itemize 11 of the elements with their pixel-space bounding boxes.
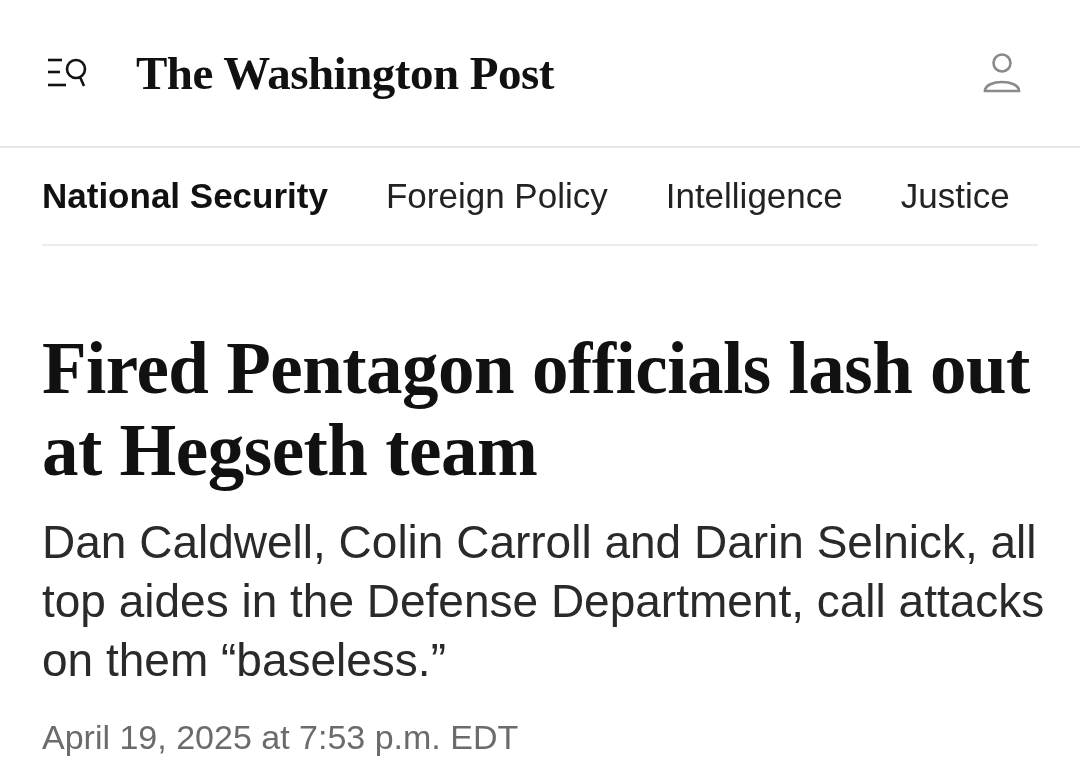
section-tab[interactable]: National Security <box>42 169 328 223</box>
section-tab[interactable]: Justice <box>900 169 1010 223</box>
site-logo[interactable]: The Washington Post <box>136 49 554 97</box>
menu-search-icon <box>46 57 88 89</box>
section-tab[interactable]: Intelligence <box>665 169 843 223</box>
user-icon <box>983 53 1021 93</box>
timestamp: April 19, 2025 at 7:53 p.m. EDT <box>42 717 520 757</box>
article-summary: Dan Caldwell, Colin Carroll and Darin Selnick, all top aides in the Defense Department, call attacks on them “baseless.” <box>42 515 1046 688</box>
headline: Fired Pentagon officials lash out at Hegseth team <box>42 328 1031 492</box>
section-tab[interactable]: Foreign Policy <box>385 169 608 223</box>
account-button[interactable] <box>982 52 1022 94</box>
